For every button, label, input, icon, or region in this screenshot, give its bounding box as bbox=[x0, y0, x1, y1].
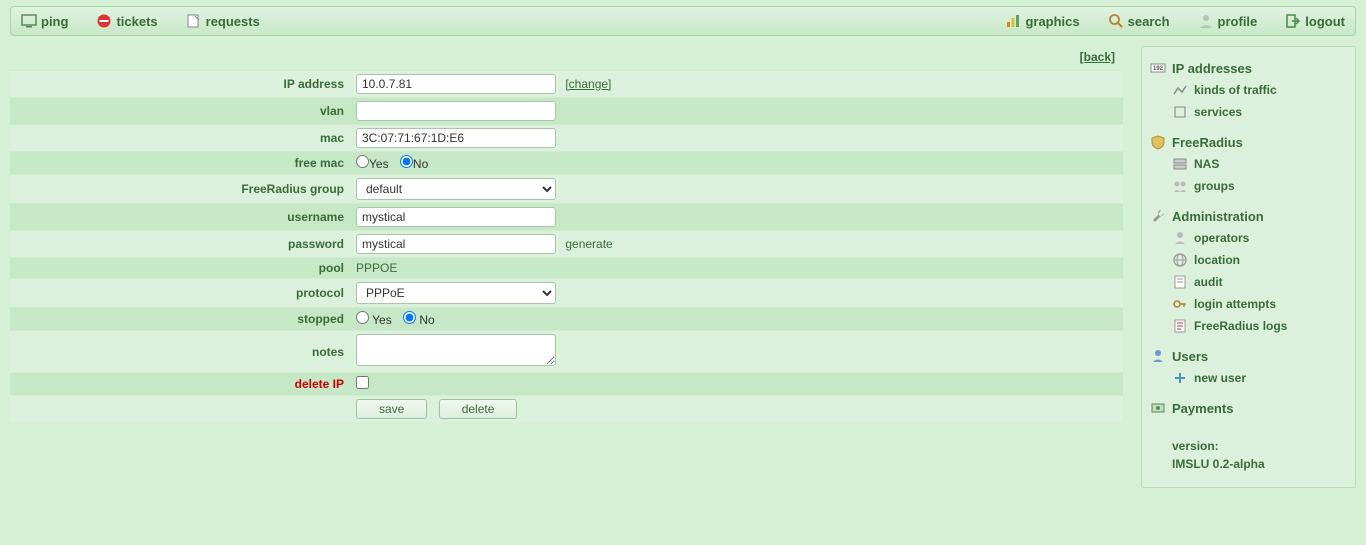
username-input[interactable] bbox=[356, 207, 556, 227]
label-notes: notes bbox=[10, 331, 350, 373]
sidebar-audit[interactable]: audit bbox=[1172, 271, 1347, 293]
exit-icon bbox=[1285, 13, 1301, 29]
stopped-no[interactable]: No bbox=[403, 313, 435, 327]
log-icon bbox=[1172, 318, 1188, 334]
delete-ip-checkbox[interactable] bbox=[356, 376, 369, 389]
nav-ping[interactable]: ping bbox=[21, 13, 68, 29]
user-icon bbox=[1198, 13, 1214, 29]
label-delete-ip: delete IP bbox=[10, 373, 350, 396]
sidebar-kinds-of-traffic[interactable]: kinds of traffic bbox=[1172, 79, 1347, 101]
sidebar-operators[interactable]: operators bbox=[1172, 227, 1347, 249]
top-nav: ping tickets requests graphics search pr… bbox=[10, 6, 1356, 36]
freeradius-group-select[interactable]: default bbox=[356, 178, 556, 200]
nav-logout[interactable]: logout bbox=[1285, 13, 1345, 29]
users-icon bbox=[1150, 348, 1166, 364]
nav-right: graphics search profile logout bbox=[1005, 13, 1345, 29]
delete-button[interactable]: delete bbox=[439, 399, 518, 419]
sidebar-head-administration[interactable]: Administration bbox=[1150, 205, 1347, 227]
globe-icon bbox=[1172, 252, 1188, 268]
nav-profile-label: profile bbox=[1218, 14, 1258, 29]
free-mac-no[interactable]: No bbox=[400, 157, 428, 171]
note-icon bbox=[186, 13, 202, 29]
nav-search-label: search bbox=[1128, 14, 1170, 29]
password-input[interactable] bbox=[356, 234, 556, 254]
nav-tickets[interactable]: tickets bbox=[96, 13, 157, 29]
label-pool: pool bbox=[10, 258, 350, 279]
no-entry-icon bbox=[96, 13, 112, 29]
back-row: [back] bbox=[10, 46, 1123, 70]
change-link[interactable]: [change] bbox=[565, 77, 611, 91]
save-button[interactable]: save bbox=[356, 399, 427, 419]
version-value: IMSLU 0.2-alpha bbox=[1172, 455, 1347, 473]
stopped-yes[interactable]: Yes bbox=[356, 313, 392, 327]
free-mac-yes[interactable]: Yes bbox=[356, 157, 389, 171]
back-link[interactable]: [back] bbox=[1080, 50, 1115, 64]
chart-icon bbox=[1005, 13, 1021, 29]
generate-link[interactable]: generate bbox=[565, 237, 612, 251]
audit-icon bbox=[1172, 274, 1188, 290]
label-ip-address: IP address bbox=[10, 71, 350, 98]
shield-icon bbox=[1150, 134, 1166, 150]
ip-icon: 192 bbox=[1150, 60, 1166, 76]
sidebar-head-payments[interactable]: Payments bbox=[1150, 397, 1347, 419]
operators-icon bbox=[1172, 230, 1188, 246]
search-icon bbox=[1108, 13, 1124, 29]
services-icon bbox=[1172, 104, 1188, 120]
sidebar-freeradius-logs[interactable]: FreeRadius logs bbox=[1172, 315, 1347, 337]
notes-textarea[interactable] bbox=[356, 334, 556, 366]
nav-logout-label: logout bbox=[1305, 14, 1345, 29]
payments-icon bbox=[1150, 400, 1166, 416]
key-icon bbox=[1172, 296, 1188, 312]
protocol-select[interactable]: PPPoE bbox=[356, 282, 556, 304]
plus-icon bbox=[1172, 370, 1188, 386]
version-info: version: IMSLU 0.2-alpha bbox=[1150, 437, 1347, 473]
label-free-mac: free mac bbox=[10, 152, 350, 175]
nav-graphics-label: graphics bbox=[1025, 14, 1079, 29]
server-icon bbox=[1172, 156, 1188, 172]
nav-requests[interactable]: requests bbox=[186, 13, 260, 29]
pool-value: PPPOE bbox=[356, 261, 397, 275]
sidebar-head-users[interactable]: Users bbox=[1150, 345, 1347, 367]
label-mac: mac bbox=[10, 125, 350, 152]
nav-tickets-label: tickets bbox=[116, 14, 157, 29]
sidebar-nas[interactable]: NAS bbox=[1172, 153, 1347, 175]
mac-input[interactable] bbox=[356, 128, 556, 148]
wrench-icon bbox=[1150, 208, 1166, 224]
nav-left: ping tickets requests bbox=[21, 13, 260, 29]
groups-icon bbox=[1172, 178, 1188, 194]
label-username: username bbox=[10, 204, 350, 231]
label-vlan: vlan bbox=[10, 98, 350, 125]
sidebar-services[interactable]: services bbox=[1172, 101, 1347, 123]
label-password: password bbox=[10, 231, 350, 258]
sidebar-login-attempts[interactable]: login attempts bbox=[1172, 293, 1347, 315]
traffic-icon bbox=[1172, 82, 1188, 98]
sidebar-head-freeradius[interactable]: FreeRadius bbox=[1150, 131, 1347, 153]
nav-profile[interactable]: profile bbox=[1198, 13, 1258, 29]
label-protocol: protocol bbox=[10, 279, 350, 308]
label-freeradius-group: FreeRadius group bbox=[10, 175, 350, 204]
vlan-input[interactable] bbox=[356, 101, 556, 121]
sidebar-new-user[interactable]: new user bbox=[1172, 367, 1347, 389]
version-label: version: bbox=[1172, 437, 1347, 455]
nav-graphics[interactable]: graphics bbox=[1005, 13, 1079, 29]
sidebar-groups[interactable]: groups bbox=[1172, 175, 1347, 197]
nav-ping-label: ping bbox=[41, 14, 68, 29]
nav-requests-label: requests bbox=[206, 14, 260, 29]
sidebar-head-ip-addresses[interactable]: 192IP addresses bbox=[1150, 57, 1347, 79]
ip-address-input[interactable] bbox=[356, 74, 556, 94]
label-stopped: stopped bbox=[10, 308, 350, 331]
sidebar: 192IP addresses kinds of traffic service… bbox=[1141, 46, 1356, 488]
screen-icon bbox=[21, 13, 37, 29]
sidebar-location[interactable]: location bbox=[1172, 249, 1347, 271]
svg-text:192: 192 bbox=[1153, 66, 1164, 72]
nav-search[interactable]: search bbox=[1108, 13, 1170, 29]
main-panel: [back] IP address [change] vlan mac free… bbox=[10, 46, 1123, 422]
ip-edit-form: IP address [change] vlan mac free mac Ye… bbox=[10, 70, 1123, 422]
